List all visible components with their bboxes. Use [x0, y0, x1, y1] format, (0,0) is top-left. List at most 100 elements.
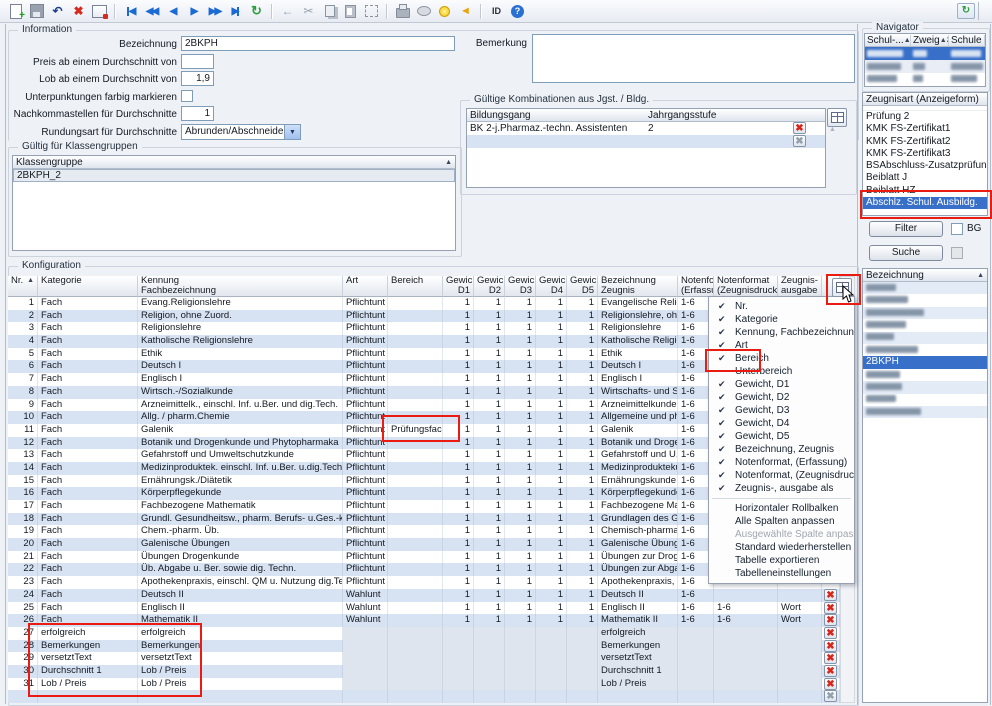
kombinationen-header[interactable]: Bildungsgang Jahrgangsstufe: [467, 109, 825, 122]
klassengruppen-header[interactable]: Klassengruppe ▲: [13, 156, 455, 169]
suche-button[interactable]: Suche: [869, 245, 943, 261]
menu-item[interactable]: Notenformat, (Zeugnisdruck)✔: [709, 469, 854, 482]
undo-icon[interactable]: ↶: [48, 2, 67, 20]
column-header[interactable]: Notenformat(Zeugnisdruck): [714, 276, 778, 297]
column-header[interactable]: GewichtD4: [536, 276, 567, 297]
column-header[interactable]: Bereich: [388, 276, 443, 297]
klassengruppe-column-header[interactable]: Klassengruppe: [16, 157, 83, 168]
print-icon[interactable]: [393, 2, 412, 20]
column-header[interactable]: KennungFachbezeichnung: [138, 276, 343, 297]
column-header[interactable]: Notenformat(Erfassung): [678, 276, 714, 297]
list-item[interactable]: [863, 369, 987, 381]
konfiguration-table-header[interactable]: Nr.▲KategorieKennungFachbezeichnungArtBe…: [8, 276, 840, 297]
delete-row-icon[interactable]: ✖: [793, 135, 806, 147]
table-row-empty[interactable]: ✖: [8, 690, 840, 703]
nav-first-icon[interactable]: ◀: [121, 2, 140, 20]
kombinationen-column-settings-button[interactable]: [827, 108, 847, 127]
cut-icon[interactable]: ✂: [299, 2, 318, 20]
list-item[interactable]: KMK FS-Zertifikat2: [863, 136, 987, 148]
hint-icon[interactable]: [435, 2, 454, 20]
table-row[interactable]: [865, 47, 985, 60]
list-item[interactable]: BSAbschluss-Zusatzprüfung: [863, 160, 987, 172]
column-header[interactable]: Zeugnis-ausgabe: [778, 276, 822, 297]
menu-item[interactable]: Kennung, Fachbezeichnung✔: [709, 326, 854, 339]
chevron-down-icon[interactable]: ▼: [284, 125, 300, 139]
navigator-column-header[interactable]: Schule: [949, 35, 985, 46]
menu-item[interactable]: Notenformat, (Erfassung)✔: [709, 456, 854, 469]
bg-checkbox[interactable]: [951, 223, 963, 235]
list-item[interactable]: Prüfung 2: [863, 111, 987, 123]
table-row[interactable]: 24FachDeutsch IIWahlunt11111Deutsch II1-…: [8, 589, 840, 602]
delete-icon[interactable]: ✖: [69, 2, 88, 20]
delete-row-icon[interactable]: ✖: [824, 627, 837, 639]
list-item[interactable]: [863, 307, 987, 319]
edit-grid-icon[interactable]: [90, 2, 109, 20]
delete-row-icon[interactable]: ✖: [824, 640, 837, 652]
column-header[interactable]: GewichtD5: [567, 276, 598, 297]
list-item[interactable]: 2BKPH: [863, 356, 987, 368]
bemerkung-textarea[interactable]: [532, 34, 855, 83]
list-item[interactable]: [863, 406, 987, 418]
column-header[interactable]: GewichtD2: [474, 276, 505, 297]
column-header[interactable]: GewichtD3: [505, 276, 536, 297]
delete-row-icon[interactable]: ✖: [793, 122, 806, 134]
table-row[interactable]: 29versetztTextversetztTextversetztText✖: [8, 652, 840, 665]
bildungsgang-column-header[interactable]: Bildungsgang: [470, 110, 648, 121]
menu-item[interactable]: Horizontaler Rollbalken: [709, 502, 854, 515]
column-header[interactable]: Art: [343, 276, 388, 297]
list-item[interactable]: Beiblatt HZ: [863, 185, 987, 197]
navigator-header[interactable]: Schul-...▲1Zweig▲2Schule: [865, 34, 985, 47]
column-header[interactable]: GewichtD1: [443, 276, 474, 297]
list-item[interactable]: [863, 319, 987, 331]
menu-item[interactable]: Unterbereich: [709, 365, 854, 378]
menu-item[interactable]: Tabelleneinstellungen: [709, 567, 854, 580]
list-item[interactable]: [863, 282, 987, 294]
table-row[interactable]: 31Lob / PreisLob / PreisLob / Preis✖: [8, 678, 840, 691]
bezeichnung-input[interactable]: 2BKPH: [181, 36, 455, 51]
list-item[interactable]: Beiblatt J: [863, 172, 987, 184]
table-row[interactable]: [865, 60, 985, 73]
table-row[interactable]: ✖: [467, 135, 825, 148]
menu-item[interactable]: Kategorie✔: [709, 313, 854, 326]
new-record-icon[interactable]: +: [6, 2, 25, 20]
menu-item[interactable]: Alle Spalten anpassen: [709, 515, 854, 528]
menu-item[interactable]: Gewicht, D2✔: [709, 391, 854, 404]
menu-item[interactable]: Gewicht, D4✔: [709, 417, 854, 430]
copy-icon[interactable]: [320, 2, 339, 20]
window-refresh-icon[interactable]: ↻: [957, 3, 975, 19]
column-header[interactable]: Nr.▲: [8, 276, 38, 297]
menu-item[interactable]: Gewicht, D5✔: [709, 430, 854, 443]
delete-row-icon[interactable]: ✖: [824, 665, 837, 677]
list-item[interactable]: [863, 394, 987, 406]
unterpunktungen-checkbox[interactable]: [181, 90, 193, 102]
back-icon[interactable]: ←: [278, 2, 297, 20]
delete-row-icon[interactable]: ✖: [824, 589, 837, 601]
list-item[interactable]: [863, 381, 987, 393]
navigator-column-header[interactable]: Schul-...▲1: [865, 35, 911, 46]
nav-next-fast-icon[interactable]: ▶▶: [205, 2, 224, 20]
save-icon[interactable]: [27, 2, 46, 20]
menu-item[interactable]: Bereich✔: [709, 352, 854, 365]
menu-item[interactable]: Gewicht, D1✔: [709, 378, 854, 391]
navigator-column-header[interactable]: Zweig▲2: [911, 35, 949, 46]
sort-asc-icon[interactable]: ▲: [977, 272, 984, 279]
menu-item[interactable]: Bezeichnung, Zeugnis✔: [709, 443, 854, 456]
announce-icon[interactable]: ◄: [456, 2, 475, 20]
delete-row-icon[interactable]: ✖: [824, 614, 837, 626]
rundungsart-select[interactable]: Abrunden/Abschneiden ▼: [181, 124, 301, 140]
delete-row-icon[interactable]: ✖: [824, 602, 837, 614]
list-item[interactable]: KMK FS-Zertifikat1: [863, 123, 987, 135]
table-row[interactable]: 30Durchschnitt 1Lob / PreisDurchschnitt …: [8, 665, 840, 678]
preis-input[interactable]: [181, 54, 214, 69]
menu-item[interactable]: Standard wiederherstellen: [709, 541, 854, 554]
menu-item[interactable]: Tabelle exportieren: [709, 554, 854, 567]
list-item[interactable]: Abschlz. Schul. Ausbildg.: [863, 197, 987, 209]
table-row[interactable]: 25FachEnglisch IIWahlunt11111Englisch II…: [8, 602, 840, 615]
nachkommastellen-input[interactable]: 1: [181, 106, 214, 121]
list-item[interactable]: [863, 332, 987, 344]
delete-row-icon[interactable]: ✖: [824, 678, 837, 690]
list-item[interactable]: KMK FS-Zertifikat3: [863, 148, 987, 160]
lob-input[interactable]: 1,9: [181, 71, 214, 86]
list-item[interactable]: [863, 294, 987, 306]
zeugnisart-header[interactable]: Zeugnisart (Anzeigeform): [863, 93, 987, 106]
